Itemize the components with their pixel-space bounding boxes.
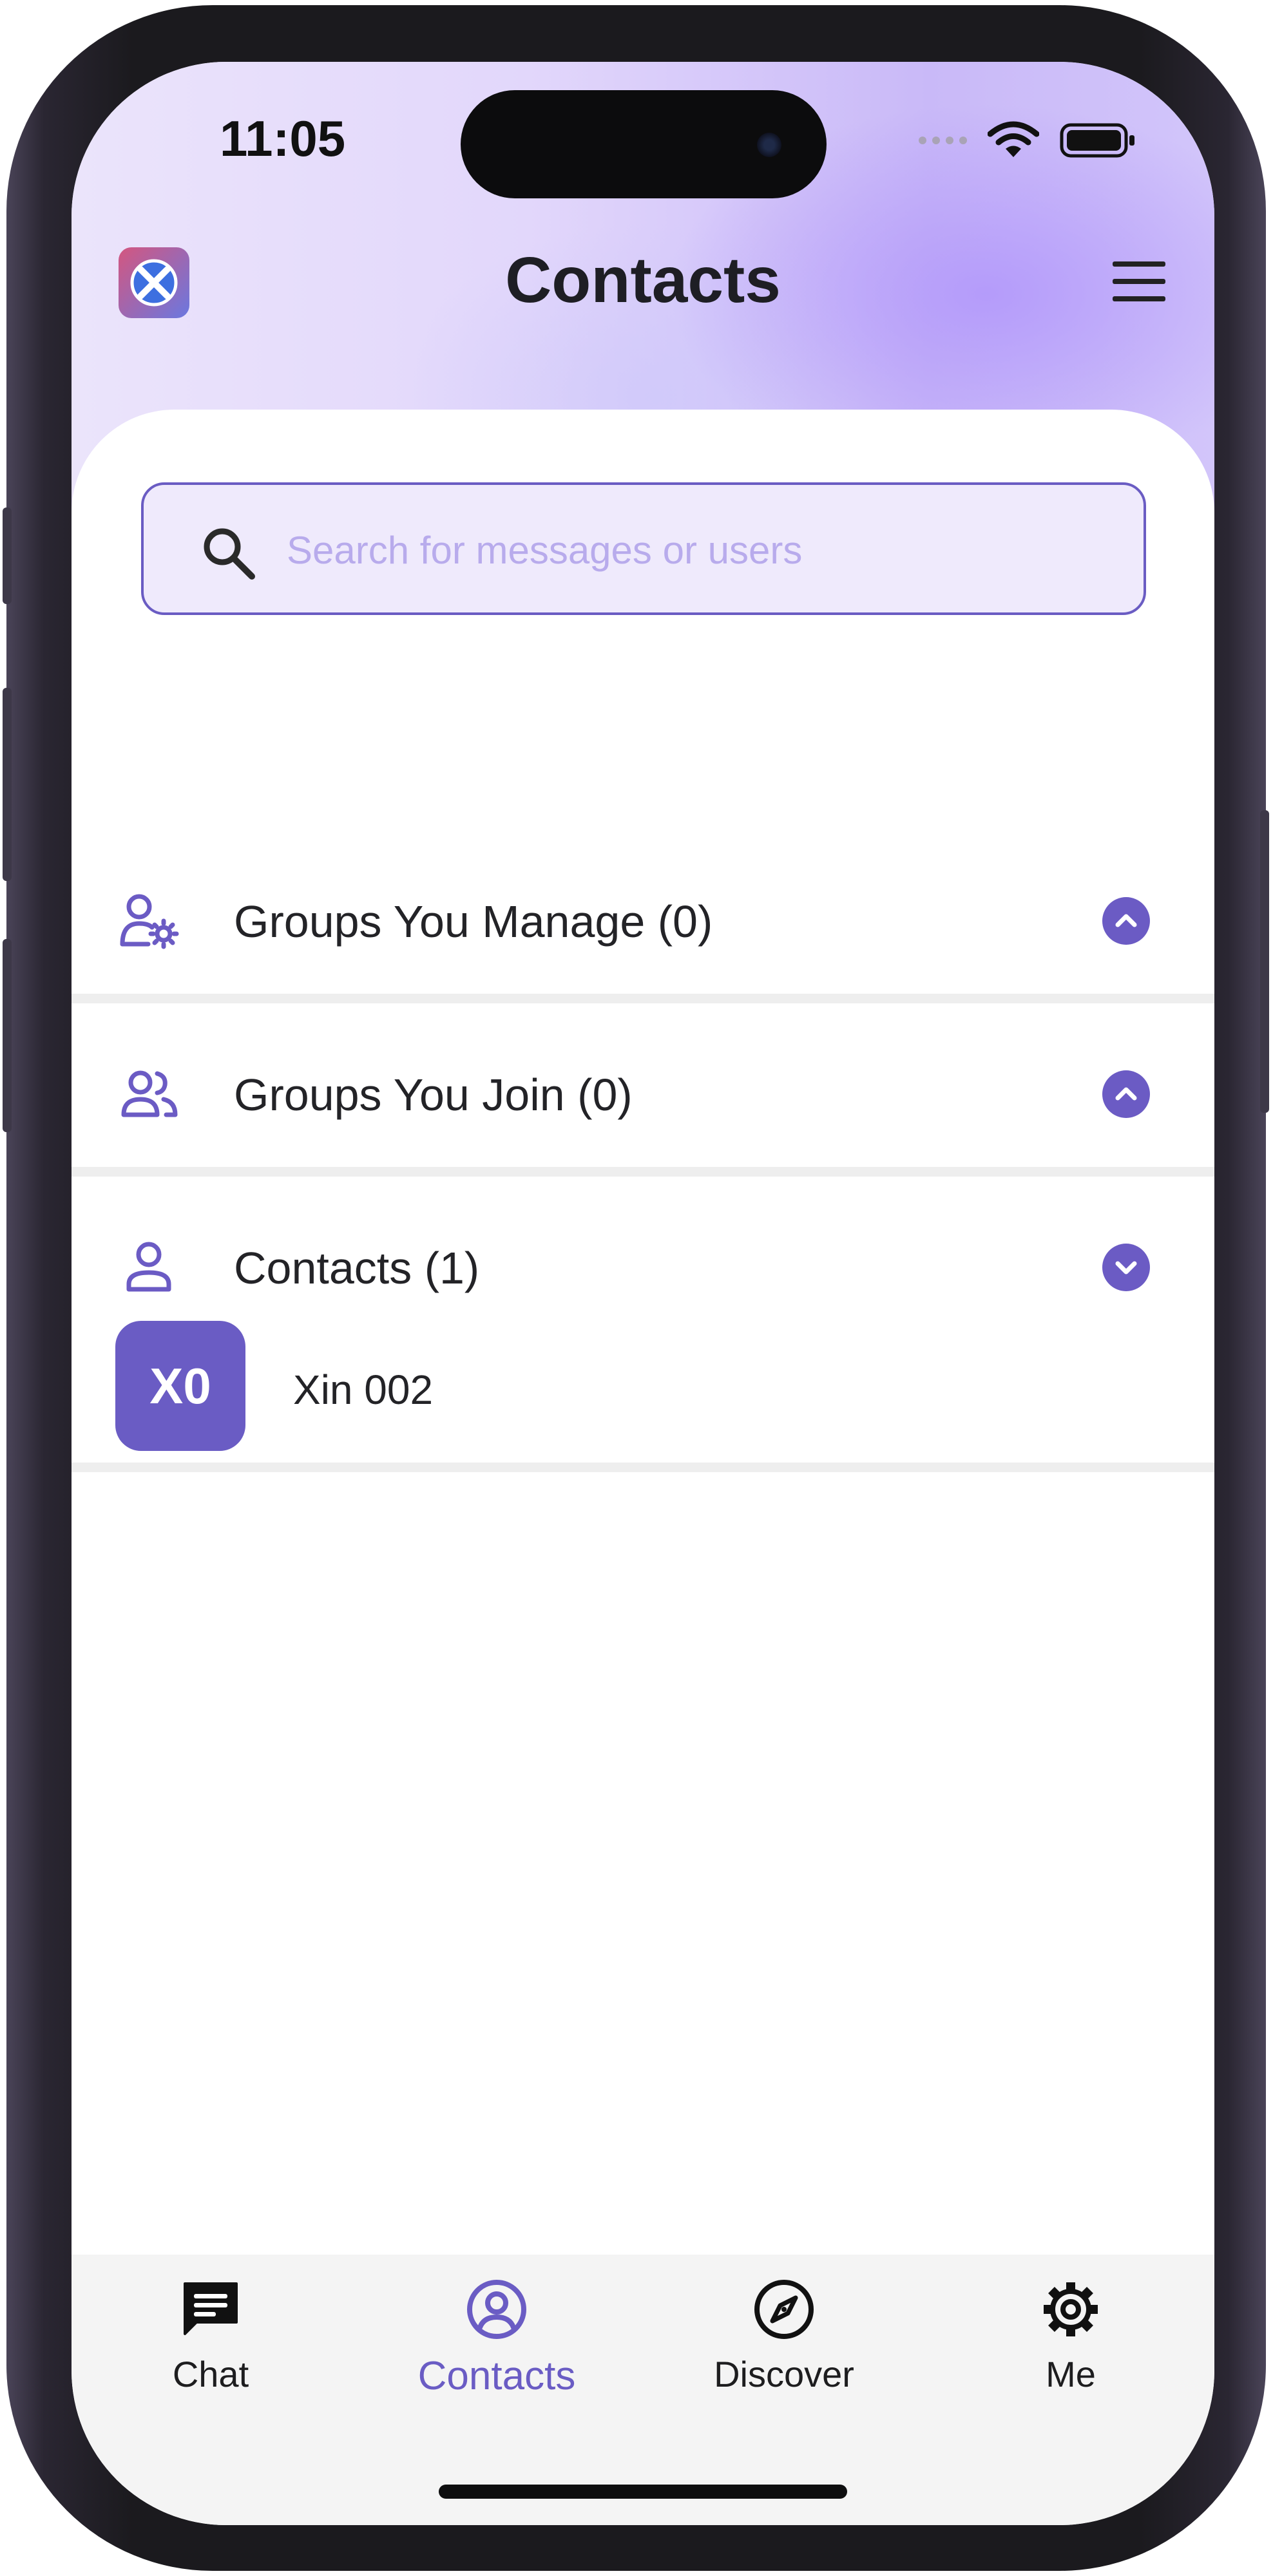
search-icon	[204, 528, 255, 580]
power-button	[1260, 810, 1269, 1113]
person-icon	[126, 1242, 171, 1292]
hamburger-menu-icon[interactable]	[1110, 259, 1168, 304]
search-input[interactable]	[285, 511, 1125, 589]
users-group-icon	[121, 1070, 178, 1117]
page-title: Contacts	[505, 244, 781, 316]
section-divider	[72, 1463, 1214, 1472]
section-divider	[72, 1167, 1214, 1177]
contacts-circle-icon	[467, 2280, 526, 2339]
volume-down-button	[3, 939, 12, 1132]
tab-label: Me	[1046, 2354, 1096, 2394]
chat-bubble-icon	[184, 2282, 238, 2335]
tab-me[interactable]: Me	[974, 2277, 1167, 2438]
home-indicator[interactable]	[439, 2485, 847, 2499]
section-divider	[72, 994, 1214, 1003]
gear-icon	[1044, 2282, 1098, 2336]
tab-label: Chat	[172, 2354, 249, 2394]
phone-frame: 11:05 Contacts Search for messages or us…	[3, 5, 1269, 2571]
wifi-icon	[988, 121, 1039, 157]
chevron-up-icon[interactable]	[1102, 1070, 1150, 1118]
screen: 11:05 Contacts Search for messages or us…	[72, 62, 1214, 2525]
cellular-signal-icon	[919, 137, 967, 144]
tab-label: Contacts	[417, 2354, 576, 2398]
tab-contacts[interactable]: Contacts	[400, 2277, 593, 2438]
dynamic-island	[461, 90, 827, 198]
tab-label: Discover	[714, 2354, 854, 2394]
bottom-tab-bar: Chat Contacts Discover Me	[72, 2255, 1214, 2525]
compass-icon	[754, 2280, 814, 2339]
volume-up-button	[3, 688, 12, 881]
status-icons	[919, 121, 1137, 160]
section-label: Groups You Join (0)	[234, 1070, 633, 1120]
section-groups-you-manage[interactable]: Groups You Manage (0)	[72, 856, 1214, 985]
contact-name: Xin 002	[293, 1367, 434, 1413]
section-label: Contacts (1)	[234, 1243, 480, 1293]
tab-discover[interactable]: Discover	[687, 2277, 881, 2438]
section-contacts[interactable]: Contacts (1)	[72, 1202, 1214, 1331]
user-gear-icon	[120, 894, 179, 949]
search-bar[interactable]	[141, 482, 1146, 615]
camera-icon	[757, 133, 781, 157]
chevron-down-icon[interactable]	[1102, 1244, 1150, 1291]
chevron-up-icon[interactable]	[1102, 897, 1150, 945]
battery-icon	[1060, 123, 1134, 158]
contact-list-item[interactable]: X0 Xin 002	[72, 1314, 1214, 1451]
section-groups-you-join[interactable]: Groups You Join (0)	[72, 1029, 1214, 1158]
action-button	[3, 507, 12, 604]
tab-chat[interactable]: Chat	[114, 2277, 307, 2438]
status-time: 11:05	[220, 110, 346, 167]
avatar: X0	[115, 1321, 245, 1451]
section-label: Groups You Manage (0)	[234, 896, 713, 947]
